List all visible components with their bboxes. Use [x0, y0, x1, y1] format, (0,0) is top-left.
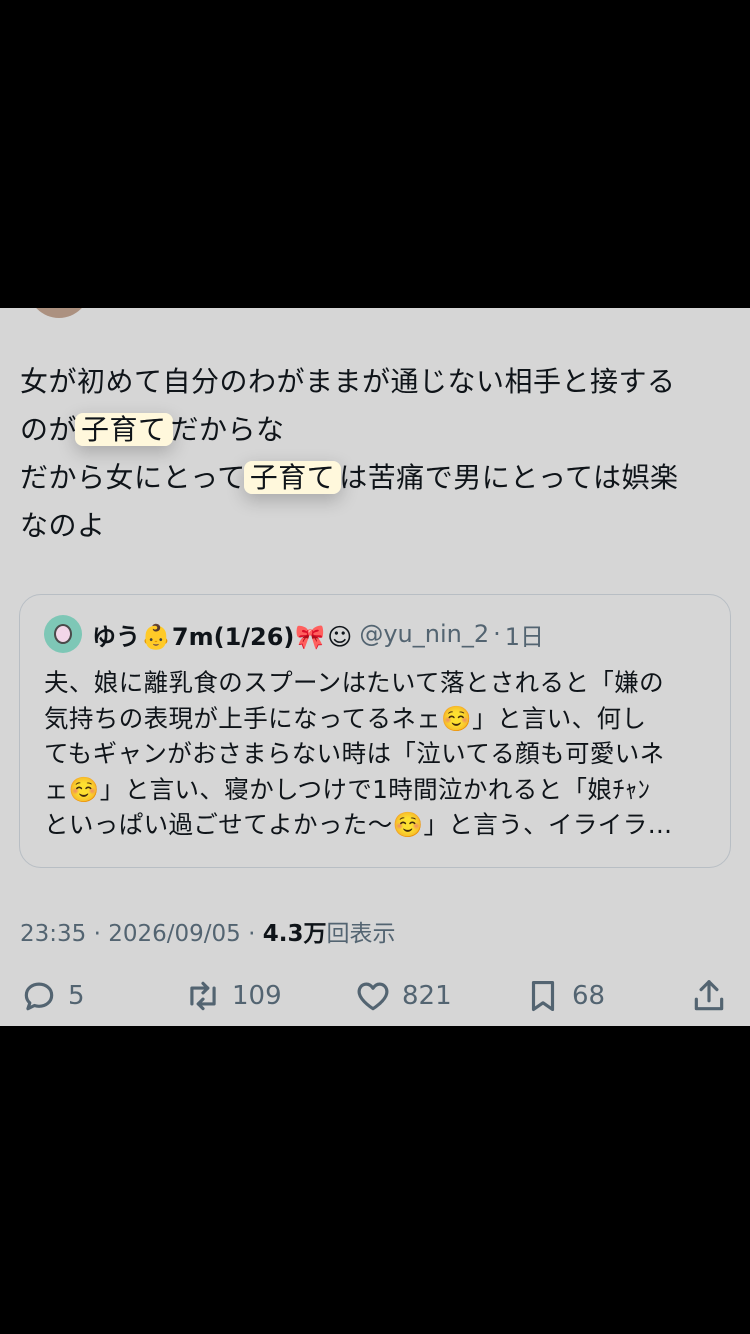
- tweet-line-4: なのよ: [20, 509, 106, 542]
- reply-button[interactable]: 5: [20, 976, 85, 1016]
- quoted-handle: @yu_nin_2: [359, 620, 490, 648]
- quoted-tweet[interactable]: ゆう👶7m(1/26)🎀☺ @yu_nin_2 · 1日 夫、娘に離乳食のスプー…: [19, 594, 731, 868]
- repost-icon: [190, 981, 216, 1011]
- separator-dot: ·: [248, 921, 256, 947]
- tweet-text-segment: は苦痛で男にとっては娯楽: [339, 461, 679, 494]
- quoted-tweet-body: 夫、娘に離乳食のスプーンはたいて落とされると「嫌の 気持ちの表現が上手になってる…: [44, 668, 673, 839]
- tweet-line-2: のが 子育て だからな: [20, 406, 732, 454]
- share-icon: [694, 980, 724, 1011]
- heart-icon: [357, 982, 389, 1011]
- share-button[interactable]: [690, 976, 738, 1016]
- bookmark-count: 68: [572, 981, 606, 1011]
- tweet-time: 23:35: [20, 921, 87, 947]
- tweet-text-segment: のが: [20, 413, 78, 446]
- author-avatar[interactable]: [28, 308, 90, 318]
- view-label: 回表示: [326, 921, 396, 947]
- smile-emoji: ☺: [327, 622, 353, 651]
- separator-dot: ·: [493, 620, 501, 648]
- tweet-date: 2026/09/05: [108, 921, 241, 947]
- tweet-line-3: だから女にとって 子育て は苦痛で男にとっては娯楽: [20, 454, 732, 502]
- tweet-meta: 23:35 · 2026/09/05 · 4.3万回表示: [20, 914, 396, 948]
- search-highlight: 子育て: [243, 461, 342, 494]
- quoted-time: 1日: [504, 622, 545, 651]
- tweet-text-segment: だから女にとって: [20, 461, 246, 494]
- like-count: 821: [402, 981, 452, 1011]
- quoted-name-text: ゆう: [92, 622, 140, 651]
- reply-icon: [24, 982, 54, 1011]
- view-count: 4.3万: [262, 921, 327, 947]
- tweet-card: 女が初めて自分のわがままが通じない相手と接する のが 子育て だからな だから女にと…: [0, 308, 750, 1026]
- action-bar: 5 109 821 68: [0, 976, 750, 1016]
- bookmark-icon: [531, 980, 555, 1012]
- quoted-avatar[interactable]: [44, 615, 82, 653]
- baby-emoji: 👶: [141, 622, 171, 651]
- tweet-text-segment: だからな: [170, 413, 285, 446]
- like-button[interactable]: 821: [354, 976, 452, 1016]
- ribbon-emoji: 🎀: [295, 622, 326, 651]
- search-highlight: 子育て: [75, 413, 173, 446]
- tweet-text: 女が初めて自分のわがままが通じない相手と接する のが 子育て だからな だから女にと…: [20, 358, 732, 550]
- quoted-display-name: ゆう👶7m(1/26)🎀☺: [92, 617, 353, 652]
- repost-button[interactable]: 109: [184, 976, 282, 1016]
- bookmark-button[interactable]: 68: [524, 976, 605, 1016]
- quoted-tweet-header: ゆう👶7m(1/26)🎀☺ @yu_nin_2 · 1日: [44, 615, 544, 653]
- separator-dot: ·: [93, 921, 101, 947]
- repost-count: 109: [232, 981, 282, 1011]
- quoted-name-suffix: 7m(1/26): [171, 622, 295, 651]
- tweet-line-1: 女が初めて自分のわがままが通じない相手と接する: [20, 365, 676, 398]
- reply-count: 5: [68, 981, 85, 1011]
